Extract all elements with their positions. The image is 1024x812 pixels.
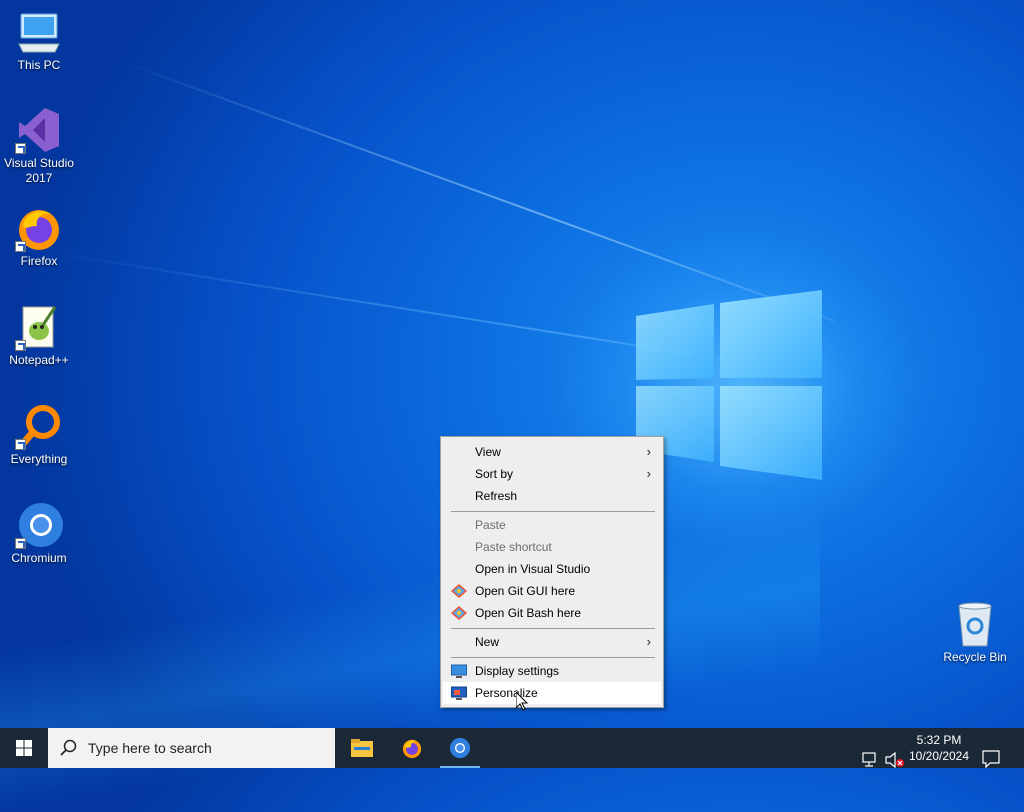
desktop-icon-recycle-bin[interactable]: Recycle Bin: [937, 600, 1013, 665]
menu-item-personalize[interactable]: Personalize: [443, 682, 661, 704]
chevron-right-icon: ›: [646, 466, 651, 481]
desktop-icon-visual-studio[interactable]: Visual Studio 2017: [1, 106, 77, 186]
desktop-icon-label: Everything: [10, 452, 68, 466]
menu-item-label: Open Git Bash here: [475, 606, 582, 620]
desktop-icon-label: Visual Studio 2017: [4, 156, 74, 185]
firefox-icon: [15, 204, 63, 252]
network-icon[interactable]: [862, 740, 880, 780]
desktop-icon-label: Firefox: [20, 254, 58, 268]
desktop-icon-this-pc[interactable]: This PC: [1, 8, 77, 73]
desktop-icon-notepadpp[interactable]: Notepad++: [1, 303, 77, 368]
menu-item-new[interactable]: New ›: [443, 631, 661, 653]
taskbar-chromium[interactable]: [436, 728, 484, 768]
taskbar-file-explorer[interactable]: [338, 728, 386, 768]
notepadpp-icon: [15, 303, 63, 351]
taskbar-clock[interactable]: 5:32 PM 10/20/2024: [904, 732, 974, 764]
desktop-icon-everything[interactable]: Everything: [1, 402, 77, 467]
menu-item-label: Paste: [475, 518, 506, 532]
menu-item-open-git-gui[interactable]: Open Git GUI here: [443, 580, 661, 602]
menu-item-label: Paste shortcut: [475, 540, 552, 554]
menu-item-display-settings[interactable]: Display settings: [443, 660, 661, 682]
menu-item-open-git-bash[interactable]: Open Git Bash here: [443, 602, 661, 624]
visual-studio-icon: [15, 106, 63, 154]
desktop-icon-label: This PC: [17, 58, 61, 72]
menu-item-paste[interactable]: Paste: [443, 514, 661, 536]
search-icon: [60, 739, 77, 756]
git-icon: [451, 606, 467, 620]
menu-item-label: Display settings: [475, 664, 560, 678]
search-placeholder: Type here to search: [88, 740, 212, 756]
personalize-icon: [451, 686, 467, 700]
shortcut-arrow-icon: [15, 143, 26, 154]
menu-separator: [451, 657, 655, 658]
git-icon: [451, 584, 467, 598]
menu-item-label: Open in Visual Studio: [475, 562, 591, 576]
recycle-bin-icon: [951, 600, 999, 648]
chevron-right-icon: ›: [646, 634, 651, 649]
firefox-icon: [402, 739, 422, 759]
shortcut-arrow-icon: [15, 241, 26, 252]
volume-muted-icon[interactable]: [885, 740, 905, 780]
shortcut-arrow-icon: [15, 439, 26, 450]
chromium-icon: [449, 737, 471, 759]
menu-item-paste-shortcut[interactable]: Paste shortcut: [443, 536, 661, 558]
shortcut-arrow-icon: [15, 340, 26, 351]
taskbar: Type here to search 5:32 PM 10/20/2024: [0, 728, 1024, 769]
taskbar-search-box[interactable]: Type here to search: [48, 728, 335, 768]
menu-item-sort-by[interactable]: Sort by ›: [443, 463, 661, 485]
shortcut-arrow-icon: [15, 538, 26, 549]
desktop-context-menu: View › Sort by › Refresh Paste Paste sho…: [440, 436, 664, 708]
chromium-icon: [15, 501, 63, 549]
desktop-icon-chromium[interactable]: Chromium: [1, 501, 77, 566]
start-button[interactable]: [0, 728, 48, 768]
menu-separator: [451, 511, 655, 512]
this-pc-icon: [15, 8, 63, 56]
desktop-icon-label: Chromium: [11, 551, 67, 565]
file-explorer-icon: [351, 739, 373, 757]
desktop-icon-label: Recycle Bin: [943, 650, 1007, 664]
windows-start-icon: [16, 740, 32, 756]
menu-item-label: New: [475, 635, 500, 649]
taskbar-firefox[interactable]: [388, 728, 436, 768]
display-icon: [451, 664, 467, 678]
clock-date: 10/20/2024: [908, 749, 970, 763]
menu-item-label: Personalize: [475, 686, 538, 700]
menu-item-view[interactable]: View ›: [443, 441, 661, 463]
desktop-icon-firefox[interactable]: Firefox: [1, 204, 77, 269]
mouse-cursor-icon: [516, 692, 528, 711]
menu-item-label: View: [475, 445, 501, 459]
menu-item-open-in-visual-studio[interactable]: Open in Visual Studio: [443, 558, 661, 580]
clock-time: 5:32 PM: [916, 733, 962, 747]
menu-item-refresh[interactable]: Refresh: [443, 485, 661, 507]
action-center-icon[interactable]: [982, 739, 1000, 779]
everything-search-icon: [15, 402, 63, 450]
chevron-right-icon: ›: [646, 444, 651, 459]
menu-item-label: Sort by: [475, 467, 514, 481]
menu-item-label: Open Git GUI here: [475, 584, 576, 598]
desktop-icon-label: Notepad++: [9, 353, 69, 367]
menu-separator: [451, 628, 655, 629]
menu-item-label: Refresh: [475, 489, 518, 503]
